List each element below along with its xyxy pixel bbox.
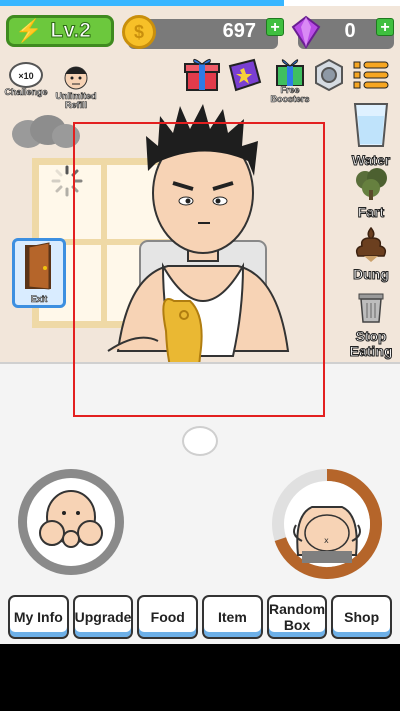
shop-button[interactable]: Shop xyxy=(331,595,392,639)
add-coins-button[interactable]: + xyxy=(266,18,284,36)
item-button[interactable]: Item xyxy=(202,595,263,639)
settings-nut-icon[interactable] xyxy=(312,58,346,92)
gem-value: 0 xyxy=(344,20,356,42)
fart-label: Fart xyxy=(357,204,385,220)
book-icon[interactable] xyxy=(226,58,264,92)
challenge-label: Challenge xyxy=(4,87,48,97)
door-icon xyxy=(25,242,51,290)
bottom-black-bar xyxy=(0,644,400,711)
free-boosters-label: Free Boosters xyxy=(270,85,310,104)
free-booster-icon xyxy=(276,59,304,86)
food-button[interactable]: Food xyxy=(137,595,199,639)
fullness-face-button[interactable] xyxy=(18,469,124,575)
svg-text:x: x xyxy=(324,536,329,545)
menu-list-icon[interactable] xyxy=(352,58,390,92)
trash-can-icon xyxy=(358,293,384,323)
challenge-button[interactable]: ×10 Challenge xyxy=(4,62,48,97)
refill-label: Unlimited Refill xyxy=(55,91,97,110)
free-boosters-button[interactable]: Free Boosters xyxy=(270,56,310,104)
water-button[interactable]: Water xyxy=(346,102,396,168)
dung-label: Dung xyxy=(353,266,390,282)
stomach-meter[interactable]: x xyxy=(272,469,382,579)
puffed-face-icon xyxy=(39,490,103,548)
challenge-count: ×10 xyxy=(9,62,43,88)
dung-icon xyxy=(355,226,387,262)
gift-icon[interactable] xyxy=(184,56,220,92)
unlimited-refill-button[interactable]: Unlimited Refill xyxy=(52,60,100,110)
stop-eating-button[interactable]: Stop Eating xyxy=(346,290,396,359)
coin-value: 697 xyxy=(222,20,256,42)
water-glass-icon xyxy=(353,103,389,147)
random-box-button[interactable]: Random Box xyxy=(266,595,328,639)
dung-button[interactable]: Dung xyxy=(346,226,396,282)
stop-eating-label: Stop Eating xyxy=(349,328,393,359)
bottom-menu: My Info Upgrade Food Item Random Box Sho… xyxy=(8,595,392,639)
my-info-button[interactable]: My Info xyxy=(8,595,69,639)
focus-highlight-frame xyxy=(73,122,325,417)
lightning-icon: ⚡ xyxy=(15,18,43,43)
exit-label: Exit xyxy=(30,294,48,305)
fart-button[interactable]: Fart xyxy=(346,166,396,220)
level-badge[interactable]: ⚡ Lv.2 xyxy=(6,15,114,47)
egg-icon[interactable] xyxy=(182,426,218,456)
add-gems-button[interactable]: + xyxy=(376,18,394,36)
gem-icon xyxy=(291,15,321,49)
upgrade-button[interactable]: Upgrade xyxy=(72,595,134,639)
game-stage[interactable]: ⚡ Lv.2 $ 697 + 0 + ×10 Challenge Unlimit… xyxy=(0,6,400,644)
belly-icon: x xyxy=(293,506,361,563)
refill-face-icon xyxy=(64,66,88,90)
exit-button[interactable]: Exit xyxy=(12,238,66,308)
level-text: Lv.2 xyxy=(50,19,91,43)
fart-cloud-icon xyxy=(356,168,387,200)
coin-icon: $ xyxy=(122,15,156,49)
